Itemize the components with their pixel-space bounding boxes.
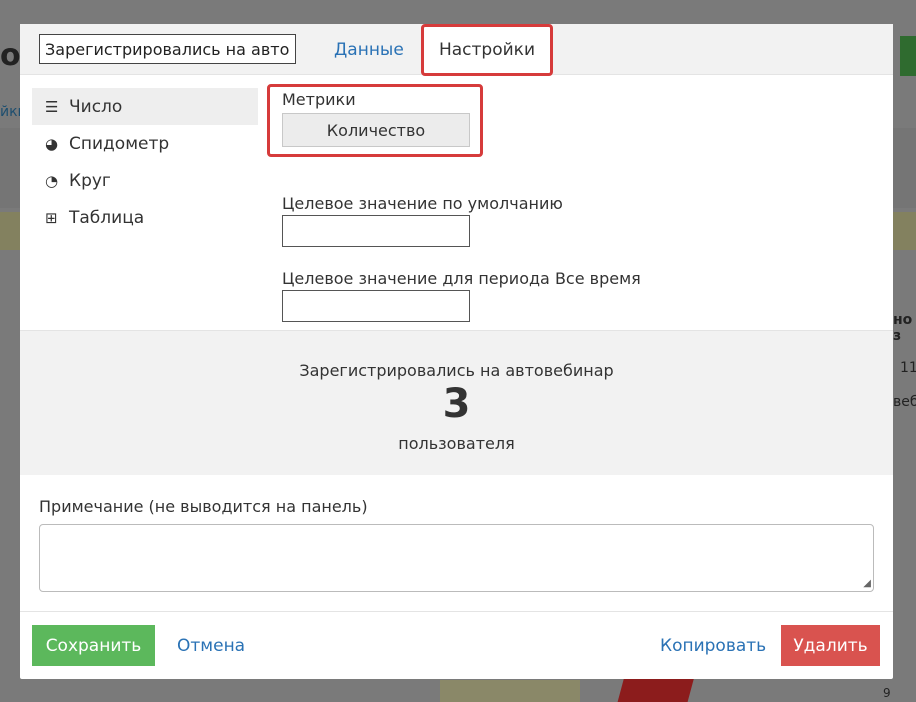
delete-button[interactable]: Удалить [781,625,880,666]
widget-title-input[interactable] [39,34,296,64]
tab-settings[interactable]: Настройки [421,24,553,76]
background-title-fragment: о [0,38,21,73]
background-right-text-3: веб [893,394,916,410]
period-target-label: Целевое значение для периода Все время [282,269,641,288]
background-right-text-2: 11 [900,360,916,376]
default-target-input[interactable] [282,215,470,247]
pie-chart-icon: ◔ [45,171,59,190]
metrics-label: Метрики [282,90,356,109]
modal-footer: Сохранить Отмена Копировать Удалить [20,611,893,679]
sidebar-item-label: Спидометр [69,133,170,154]
widget-preview: Зарегистрировались на автовебинар 3 поль… [20,330,893,475]
tab-settings-label: Настройки [438,40,535,60]
sidebar-item-label: Таблица [69,207,145,228]
preview-unit: пользователя [398,434,515,453]
save-button[interactable]: Сохранить [32,625,155,666]
note-textarea[interactable]: ◢ [39,524,874,592]
background-yellow-box [440,680,580,702]
resize-handle-icon[interactable]: ◢ [863,578,871,589]
sidebar-item-label: Круг [69,170,111,191]
preview-title: Зарегистрировались на автовебинар [299,361,614,380]
preview-value: 3 [442,381,471,427]
sidebar-item-label: Число [69,96,123,117]
sidebar-item-number[interactable]: ☰ Число [32,88,258,125]
default-target-label: Целевое значение по умолчанию [282,194,563,213]
widget-type-sidebar: ☰ Число ◕ Спидометр ◔ Круг ⊞ Таблица [32,88,258,236]
period-target-input[interactable] [282,290,470,322]
table-icon: ⊞ [45,208,58,227]
background-red-shape [615,678,695,702]
modal-header: Данные Настройки [20,24,893,76]
speedometer-icon: ◕ [45,134,59,153]
copy-button[interactable]: Копировать [660,625,766,666]
metrics-button-label: Количество [326,120,426,140]
sidebar-item-table[interactable]: ⊞ Таблица [32,199,258,236]
cancel-button[interactable]: Отмена [177,625,245,666]
sidebar-item-speedometer[interactable]: ◕ Спидометр [32,125,258,162]
background-corner-number: 9 [883,686,891,700]
background-green-button [900,36,916,76]
background-right-text-1: но з [893,312,913,344]
metrics-select-button[interactable]: Количество [282,113,470,147]
widget-settings-modal: Данные Настройки ☰ Число ◕ Спидометр ◔ К… [20,24,893,679]
note-label: Примечание (не выводится на панель) [39,497,368,516]
list-icon: ☰ [45,97,59,116]
sidebar-item-pie[interactable]: ◔ Круг [32,162,258,199]
tab-data[interactable]: Данные [334,40,404,60]
